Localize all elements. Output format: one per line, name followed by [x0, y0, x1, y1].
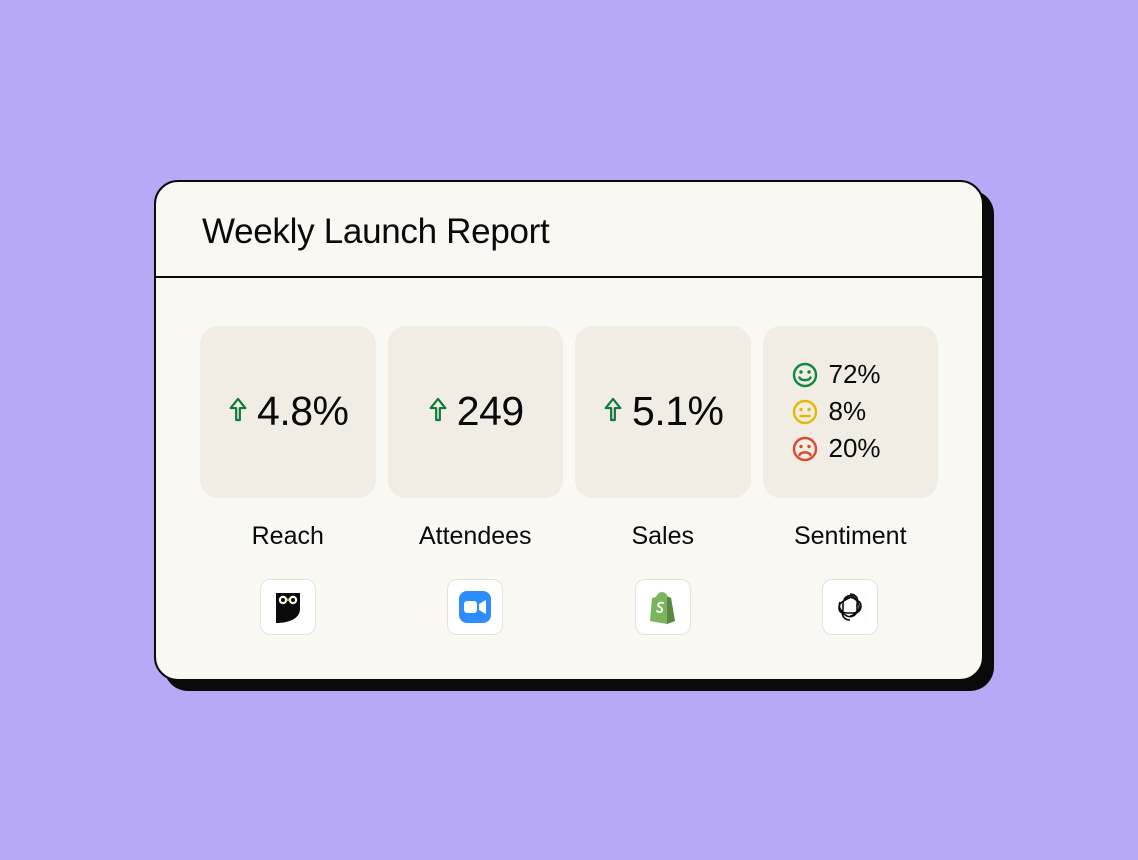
- metric-sentiment-box: 72% 8% 20%: [763, 326, 939, 498]
- report-card: Weekly Launch Report 4.8% Reach: [154, 180, 984, 681]
- neutral-face-icon: [791, 398, 819, 426]
- sentiment-positive-row: 72%: [791, 359, 881, 390]
- metric-reach-value: 4.8%: [257, 388, 348, 435]
- zoom-icon: [447, 579, 503, 635]
- arrow-up-icon: [227, 395, 249, 428]
- report-title: Weekly Launch Report: [202, 212, 936, 252]
- openai-icon: [822, 579, 878, 635]
- metric-sales: 5.1% Sales: [575, 326, 751, 635]
- metric-sales-label: Sales: [631, 522, 694, 551]
- metric-attendees: 249 Attendees: [388, 326, 564, 635]
- metric-sales-value: 5.1%: [632, 388, 723, 435]
- frown-face-icon: [791, 435, 819, 463]
- metric-attendees-value: 249: [457, 388, 524, 435]
- sentiment-positive-value: 72%: [829, 359, 881, 390]
- metric-reach-label: Reach: [252, 522, 324, 551]
- smile-face-icon: [791, 361, 819, 389]
- sentiment-negative-value: 20%: [829, 433, 881, 464]
- metrics-row: 4.8% Reach: [200, 326, 938, 635]
- sentiment-negative-row: 20%: [791, 433, 881, 464]
- metric-sales-box: 5.1%: [575, 326, 751, 498]
- metric-sentiment: 72% 8% 20% Sentiment: [763, 326, 939, 635]
- metric-reach: 4.8% Reach: [200, 326, 376, 635]
- arrow-up-icon: [427, 395, 449, 428]
- report-body: 4.8% Reach: [156, 278, 982, 679]
- arrow-up-icon: [602, 395, 624, 428]
- sentiment-neutral-value: 8%: [829, 396, 867, 427]
- hootsuite-icon: [260, 579, 316, 635]
- shopify-icon: [635, 579, 691, 635]
- sentiment-neutral-row: 8%: [791, 396, 867, 427]
- metric-reach-box: 4.8%: [200, 326, 376, 498]
- metric-sentiment-label: Sentiment: [794, 522, 907, 551]
- metric-attendees-label: Attendees: [419, 522, 532, 551]
- report-header: Weekly Launch Report: [156, 182, 982, 278]
- metric-attendees-box: 249: [388, 326, 564, 498]
